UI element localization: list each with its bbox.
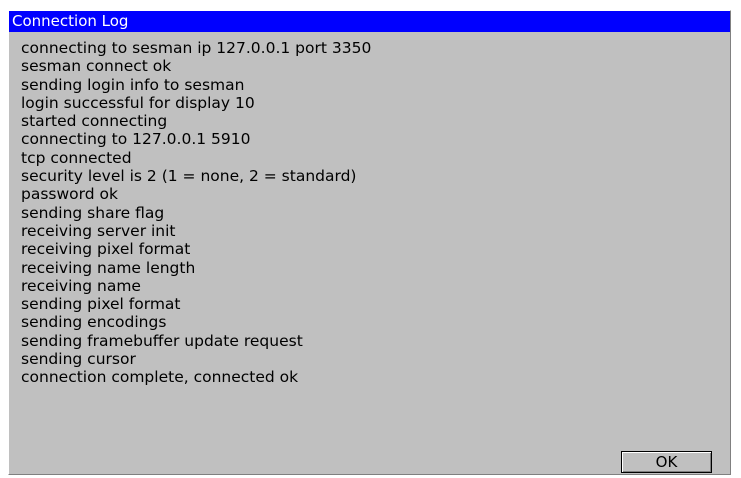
log-line: connecting to 127.0.0.1 5910: [21, 130, 251, 149]
log-line: login successful for display 10: [21, 93, 255, 112]
log-line: receiving name: [21, 276, 141, 295]
log-line: tcp connected: [21, 148, 132, 167]
log-line: password ok: [21, 185, 118, 204]
log-line: receiving pixel format: [21, 240, 191, 259]
dialog-title: Connection Log: [9, 11, 730, 32]
log-line: connecting to sesman ip 127.0.0.1 port 3…: [21, 39, 372, 57]
log-line: sending share flag: [21, 203, 165, 222]
log-line: connection complete, connected ok: [21, 368, 299, 387]
connection-log-list: connecting to sesman ip 127.0.0.1 port 3…: [21, 39, 718, 387]
connection-log-dialog: Connection Log connecting to sesman ip 1…: [8, 10, 731, 475]
log-line: security level is 2 (1 = none, 2 = stand…: [21, 167, 357, 186]
log-line: sending login info to sesman: [21, 75, 245, 94]
log-line: sesman connect ok: [21, 57, 172, 76]
log-line: sending cursor: [21, 350, 136, 369]
log-line: receiving name length: [21, 258, 196, 277]
log-line: sending pixel format: [21, 295, 181, 314]
log-line: receiving server init: [21, 221, 176, 240]
log-line: sending encodings: [21, 313, 167, 332]
log-line: sending framebuffer update request: [21, 331, 303, 350]
log-line: started connecting: [21, 112, 168, 131]
ok-button[interactable]: OK: [621, 451, 712, 473]
